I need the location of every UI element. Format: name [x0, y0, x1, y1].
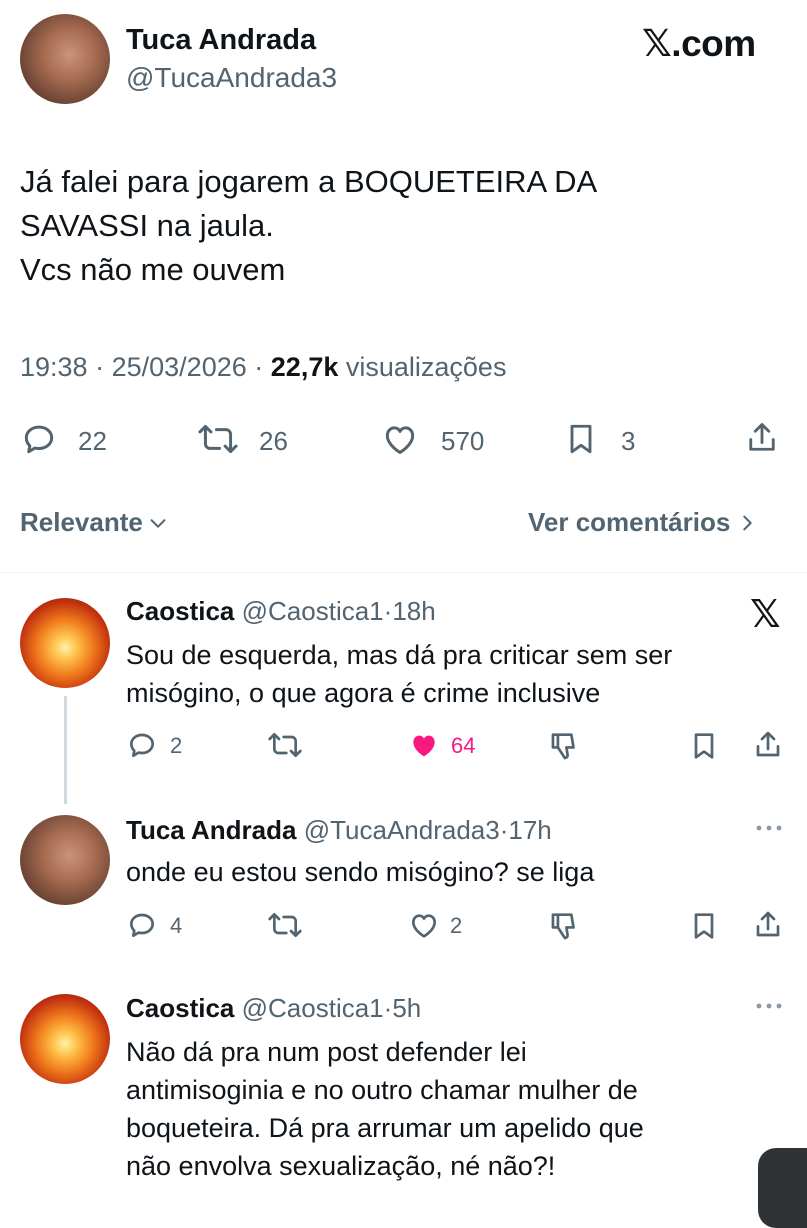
meta-separator: · [383, 596, 393, 626]
like-icon [413, 735, 435, 757]
chevron-down-icon [150, 518, 166, 528]
reply-age[interactable]: 5h [392, 993, 421, 1023]
views-label: visualizações [345, 352, 507, 382]
reply-icon [24, 425, 54, 454]
reply-like-count: 2 [450, 913, 463, 938]
reply-text-line: antimisoginia e no outro chamar mulher d… [126, 1075, 638, 1105]
reply-like-button[interactable]: 2 [406, 909, 486, 941]
more-icon [756, 1003, 782, 1009]
bookmark-icon [694, 733, 714, 759]
reply-header: Tuca Andrada @TucaAndrada3·17h [126, 815, 552, 846]
reply-retweet-button[interactable] [266, 909, 306, 941]
reply-avatar[interactable] [20, 994, 110, 1084]
views-count: 22,7k [270, 352, 339, 382]
tweet-time[interactable]: 19:38 [20, 352, 88, 382]
reply-icon [130, 913, 154, 937]
reply-text: Não dá pra num post defender lei antimis… [126, 1033, 644, 1185]
retweet-icon [198, 424, 238, 454]
retweet-icon [268, 733, 302, 757]
like-button[interactable]: 570 [380, 420, 520, 460]
reply-header: Caostica @Caostica1·18h [126, 596, 436, 627]
more-icon [756, 825, 782, 831]
reply-downvote-button[interactable] [548, 909, 582, 943]
retweet-button[interactable]: 26 [196, 420, 316, 460]
meta-separator: · [254, 352, 264, 382]
x-logo-icon: 𝕏 [750, 594, 781, 636]
bookmark-count: 3 [621, 426, 636, 456]
author-name[interactable]: Tuca Andrada [126, 24, 316, 57]
see-comments-link[interactable]: Ver comentários [528, 507, 758, 538]
like-icon [385, 426, 415, 454]
share-icon [756, 911, 780, 937]
reply-avatar[interactable] [20, 815, 110, 905]
reply-text-line: onde eu estou sendo misógino? se liga [126, 857, 595, 887]
bookmark-icon [570, 424, 592, 454]
reply-avatar[interactable] [20, 598, 110, 688]
meta-separator: · [95, 352, 105, 382]
meta-separator: · [383, 993, 393, 1023]
reply-header: Caostica @Caostica1·5h [126, 993, 421, 1024]
reply-text: onde eu estou sendo misógino? se liga [126, 853, 594, 891]
reply-reply-count: 2 [170, 733, 183, 758]
reply-button[interactable]: 22 [20, 420, 140, 460]
tweet-date[interactable]: 25/03/2026 [112, 352, 247, 382]
section-divider [0, 572, 807, 573]
reply-downvote-button[interactable] [548, 729, 582, 763]
tweet-text-line: Já falei para jogarem a BOQUETEIRA DA [20, 164, 598, 199]
share-icon [749, 423, 775, 451]
reply-share-button[interactable] [752, 727, 784, 763]
reply-author-handle[interactable]: @Caostica1 [242, 596, 384, 626]
tweet-text: Já falei para jogarem a BOQUETEIRA DA SA… [20, 160, 597, 292]
reply-retweet-button[interactable] [266, 729, 306, 761]
more-button[interactable] [754, 996, 784, 1021]
reply-author-handle[interactable]: @TucaAndrada3 [304, 815, 500, 845]
reply-share-button[interactable] [752, 907, 784, 943]
reply-icon [130, 733, 154, 757]
reply-author-handle[interactable]: @Caostica1 [242, 993, 384, 1023]
reply-like-count: 64 [451, 733, 476, 758]
reply-text-line: Sou de esquerda, mas dá pra criticar sem… [126, 640, 673, 670]
reply-author-name[interactable]: Tuca Andrada [126, 815, 296, 845]
reply-age[interactable]: 17h [508, 815, 551, 845]
reply-text-line: Não dá pra num post defender lei [126, 1037, 527, 1067]
sort-label: Relevante [20, 507, 143, 537]
sort-dropdown[interactable]: Relevante [20, 507, 169, 538]
tweet-meta: 19:38 · 25/03/2026 · 22,7k visualizações [20, 352, 506, 383]
downvote-icon [551, 733, 575, 760]
brand-logo: 𝕏.com [642, 23, 756, 64]
retweet-count: 26 [259, 426, 288, 456]
thread-line [64, 696, 67, 804]
author-avatar[interactable] [20, 14, 110, 104]
author-handle[interactable]: @TucaAndrada3 [126, 62, 337, 94]
reply-author-name[interactable]: Caostica [126, 596, 234, 626]
reply-bookmark-button[interactable] [688, 729, 720, 763]
reply-reply-count: 4 [170, 913, 183, 938]
reply-text-line: boqueteira. Dá pra arrumar um apelido qu… [126, 1113, 644, 1143]
like-icon [412, 914, 436, 938]
share-button[interactable] [744, 418, 780, 458]
reply-author-name[interactable]: Caostica [126, 993, 234, 1023]
see-comments-label: Ver comentários [528, 507, 731, 537]
like-count: 570 [441, 426, 485, 456]
tweet-text-line: Vcs não me ouvem [20, 252, 286, 287]
tweet-text-line: SAVASSI na jaula. [20, 208, 274, 243]
floating-action-button[interactable] [758, 1148, 807, 1228]
downvote-icon [551, 913, 575, 940]
reply-like-button[interactable]: 64 [406, 729, 496, 761]
chevron-right-icon [743, 515, 752, 530]
retweet-icon [268, 913, 302, 937]
bookmark-button[interactable]: 3 [563, 420, 663, 460]
reply-reply-button[interactable]: 2 [126, 729, 196, 761]
reply-text-line: não envolva sexualização, né não?! [126, 1151, 556, 1181]
reply-reply-button[interactable]: 4 [126, 909, 196, 941]
reply-count: 22 [78, 426, 107, 456]
more-button[interactable] [754, 818, 784, 843]
share-icon [756, 731, 780, 757]
reply-text: Sou de esquerda, mas dá pra criticar sem… [126, 636, 672, 712]
bookmark-icon [694, 913, 714, 939]
reply-text-line: misógino, o que agora é crime inclusive [126, 678, 601, 708]
reply-age[interactable]: 18h [392, 596, 435, 626]
reply-bookmark-button[interactable] [688, 909, 720, 943]
